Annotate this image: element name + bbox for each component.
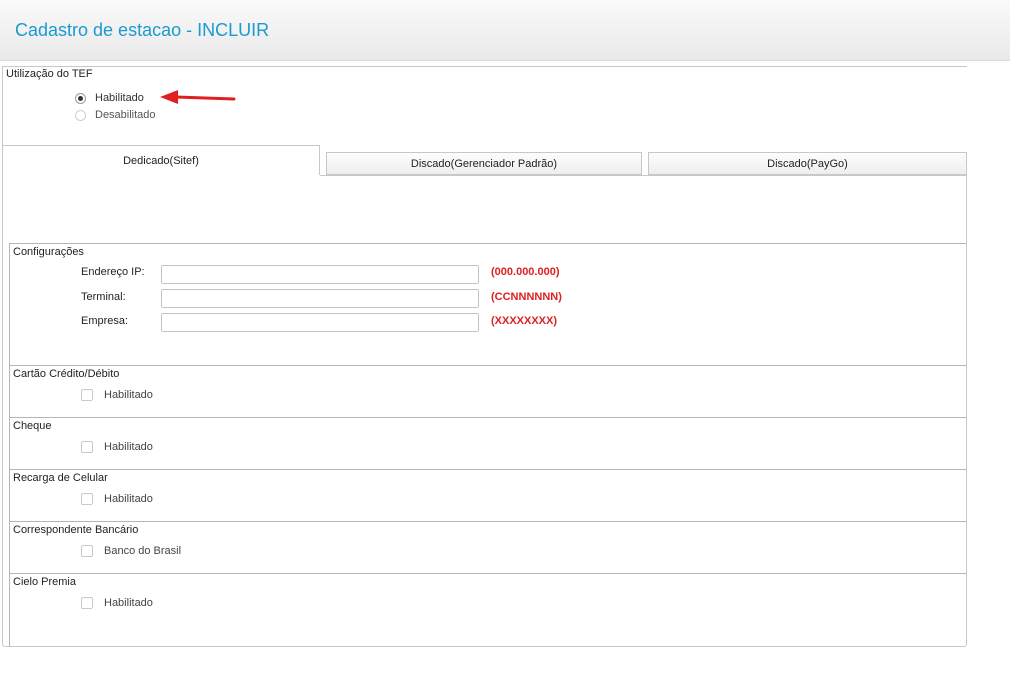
tef-enabled-label[interactable]: Habilitado <box>95 92 144 104</box>
terminal-format-hint: (CCNNNNNN) <box>491 291 562 303</box>
config-group: Configurações Endereço IP: (000.000.000)… <box>9 243 966 365</box>
config-group-title: Configurações <box>13 246 84 258</box>
page-header: Cadastro de estacao - INCLUIR <box>0 0 1010 61</box>
cheque-enabled-checkbox[interactable] <box>81 441 93 453</box>
cielo-premia-enabled-label[interactable]: Habilitado <box>104 597 153 609</box>
mobile-recharge-group: Recarga de Celular Habilitado <box>9 469 966 521</box>
empresa-input[interactable] <box>161 313 479 332</box>
cielo-premia-enabled-checkbox[interactable] <box>81 597 93 609</box>
cheque-group: Cheque Habilitado <box>9 417 966 469</box>
terminal-input[interactable] <box>161 289 479 308</box>
cielo-premia-group: Cielo Premia Habilitado <box>9 573 966 647</box>
banco-do-brasil-checkbox[interactable] <box>81 545 93 557</box>
tab-discado-paygo[interactable]: Discado(PayGo) <box>648 152 967 175</box>
cheque-enabled-label[interactable]: Habilitado <box>104 441 153 453</box>
banco-do-brasil-label[interactable]: Banco do Brasil <box>104 545 181 557</box>
tab-dedicado-sitef[interactable]: Dedicado(Sitef) <box>2 145 320 175</box>
credit-debit-enabled-checkbox[interactable] <box>81 389 93 401</box>
red-arrow-icon <box>160 90 236 104</box>
credit-debit-card-title: Cartão Crédito/Débito <box>13 368 120 380</box>
tef-usage-legend: Utilização do TEF <box>6 68 93 80</box>
terminal-label: Terminal: <box>81 291 126 303</box>
credit-debit-card-group: Cartão Crédito/Débito Habilitado <box>9 365 966 417</box>
ip-address-label: Endereço IP: <box>81 266 145 278</box>
ip-address-format-hint: (000.000.000) <box>491 266 560 278</box>
page-title: Cadastro de estacao - INCLUIR <box>15 20 270 40</box>
mobile-recharge-title: Recarga de Celular <box>13 472 108 484</box>
tef-enabled-radio[interactable] <box>75 93 86 104</box>
banking-correspondent-group: Correspondente Bancário Banco do Brasil <box>9 521 966 573</box>
mobile-recharge-enabled-checkbox[interactable] <box>81 493 93 505</box>
ip-address-input[interactable] <box>161 265 479 284</box>
cheque-title: Cheque <box>13 420 52 432</box>
mobile-recharge-enabled-label[interactable]: Habilitado <box>104 493 153 505</box>
cielo-premia-title: Cielo Premia <box>13 576 76 588</box>
empresa-format-hint: (XXXXXXXX) <box>491 315 558 327</box>
empresa-label: Empresa: <box>81 315 129 327</box>
tef-usage-section: Utilização do TEF Habilitado Desabilitad… <box>2 66 967 147</box>
tef-disabled-radio[interactable] <box>75 110 86 121</box>
credit-debit-enabled-label[interactable]: Habilitado <box>104 389 153 401</box>
tef-disabled-label[interactable]: Desabilitado <box>95 109 156 121</box>
banking-correspondent-title: Correspondente Bancário <box>13 524 139 536</box>
tab-discado-gerenciador-padrao[interactable]: Discado(Gerenciador Padrão) <box>326 152 642 175</box>
